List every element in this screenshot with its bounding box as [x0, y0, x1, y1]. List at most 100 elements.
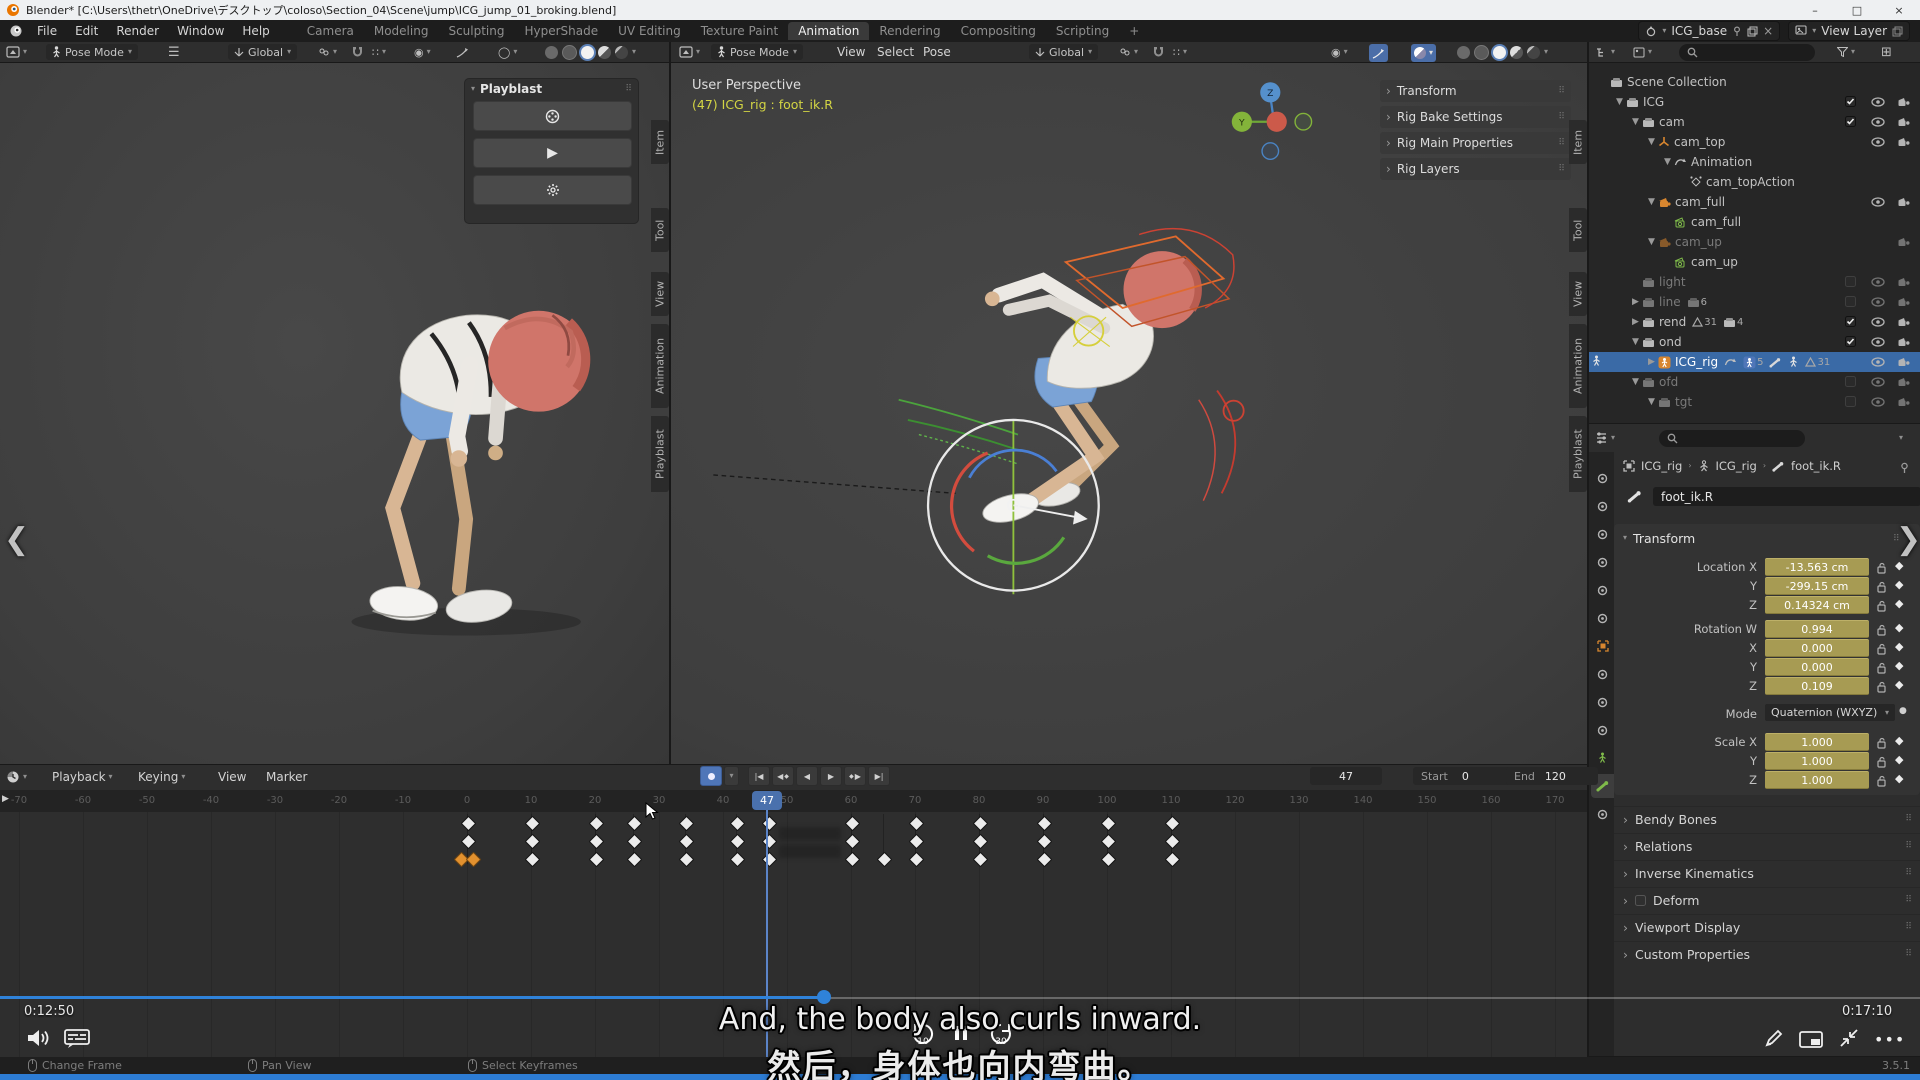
timeline-ruler[interactable]: -70 -60 -50 -40 -30 -20 -10 0 10 20 30 40 50 60 70 80 90…	[0, 790, 1587, 812]
keyframe[interactable]	[844, 815, 861, 832]
keyframe-diamond-icon[interactable]: ◆	[1895, 640, 1903, 653]
visibility-checkbox[interactable]	[1845, 96, 1856, 110]
keyframe[interactable]	[729, 815, 746, 832]
scene-selector[interactable]: ▾ ICG_base ×	[1638, 21, 1781, 41]
disable-render-icon[interactable]	[1897, 236, 1910, 250]
properties-tab-output[interactable]	[1591, 522, 1614, 546]
magnet-snap-toggle[interactable]	[352, 44, 363, 60]
workspace-tab-uv-editing[interactable]: UV Editing	[608, 22, 691, 40]
visibility-checkbox[interactable]	[1845, 396, 1856, 410]
select-menu[interactable]: Select	[877, 44, 914, 60]
shading-solid-button[interactable]	[1493, 45, 1506, 59]
keyframe[interactable]	[972, 815, 989, 832]
breadcrumb-object[interactable]: ICG_rig	[1641, 459, 1682, 473]
keyframe[interactable]	[627, 833, 643, 850]
keyframe[interactable]	[1100, 833, 1117, 850]
mode-dropdown[interactable]: Pose Mode ▾	[46, 44, 138, 60]
add-workspace-button[interactable]: +	[1119, 22, 1149, 40]
panel-drag-icon[interactable]: ⠿	[1905, 949, 1912, 959]
keyframe-diamond-icon[interactable]: ◆	[1895, 597, 1903, 610]
outliner-row-cam-up[interactable]: ▼ cam_up	[1589, 232, 1920, 252]
panel-drag-icon[interactable]: ⠿	[1558, 138, 1565, 148]
lock-icon[interactable]	[1877, 734, 1887, 753]
npanel-row-rig-layers[interactable]: › Rig Layers ⠿	[1380, 158, 1571, 180]
keyframe-diamond-icon[interactable]: ◆	[1895, 678, 1903, 691]
pivot-point-button[interactable]: ◉ ▾	[1331, 44, 1348, 60]
pose-menu[interactable]: Pose	[923, 44, 951, 60]
properties-tab-constraint[interactable]	[1591, 718, 1614, 742]
topbar-menu-help[interactable]: Help	[233, 24, 278, 38]
transform-panel-header[interactable]: ▾ Transform	[1623, 530, 1695, 546]
panel-drag-icon[interactable]: ⠿	[1905, 814, 1912, 824]
transform-orientation-dropdown[interactable]: Global ▾	[1029, 44, 1099, 60]
shading-wireframe-button[interactable]	[1474, 44, 1489, 60]
keyframe[interactable]	[588, 833, 605, 850]
keyframe[interactable]	[761, 833, 778, 850]
shading-rendered-button[interactable]	[615, 45, 628, 59]
rotation-mode-dropdown[interactable]: Quaternion (WXYZ) ▾	[1765, 704, 1895, 721]
hide-eye-icon[interactable]	[1871, 136, 1885, 150]
outliner-row-cam-top[interactable]: ▼ cam_top	[1589, 132, 1920, 152]
disable-render-icon[interactable]	[1897, 196, 1910, 210]
panel-deform[interactable]: › Deform ⠿	[1614, 887, 1920, 912]
sidebar-tab-playblast[interactable]: Playblast	[1569, 416, 1587, 492]
collapse-panel-icon[interactable]: ▾	[471, 85, 475, 93]
shading-rendered-button[interactable]	[1527, 45, 1540, 59]
panel-drag-icon[interactable]: ⠿	[1558, 86, 1565, 96]
visibility-checkbox[interactable]	[1845, 316, 1856, 330]
sidebar-tab-item[interactable]: Item	[651, 120, 669, 164]
disable-render-icon[interactable]	[1897, 396, 1910, 410]
keyframe[interactable]	[460, 833, 477, 850]
bone-name-input[interactable]: foot_ik.R	[1653, 487, 1920, 506]
visibility-checkbox[interactable]	[1845, 296, 1856, 310]
keyframe-diamond-icon[interactable]: ◆	[1895, 753, 1903, 766]
npanel-row-transform[interactable]: › Transform ⠿	[1380, 80, 1571, 102]
outliner-row-icg-rig[interactable]: ▶ ICG_rig 5 31	[1589, 352, 1920, 372]
expander-icon[interactable]: ▼	[1629, 377, 1642, 387]
keyframe[interactable]	[460, 815, 477, 832]
sidebar-tab-view[interactable]: View	[1569, 272, 1587, 316]
workspace-tab-camera[interactable]: Camera	[297, 22, 364, 40]
keyframe[interactable]	[1100, 851, 1117, 868]
view-menu[interactable]: View	[218, 769, 246, 785]
keyframe[interactable]	[588, 815, 605, 832]
scale-1-field[interactable]: 1.000	[1765, 752, 1869, 770]
hide-eye-icon[interactable]	[1871, 316, 1885, 330]
keyframe[interactable]	[1164, 815, 1181, 832]
keyframe[interactable]	[1164, 833, 1181, 850]
play-button[interactable]: ▶	[820, 766, 842, 786]
keyframe[interactable]	[844, 851, 861, 868]
unlink-scene-icon[interactable]: ×	[1763, 24, 1773, 38]
panel-drag-icon[interactable]: ⠿	[625, 84, 632, 94]
outliner-search-input[interactable]	[1679, 44, 1815, 61]
disable-render-icon[interactable]	[1897, 276, 1910, 290]
keyframe[interactable]	[627, 815, 643, 832]
lock-icon[interactable]	[1877, 621, 1887, 640]
expander-icon[interactable]: ▼	[1645, 397, 1658, 407]
workspace-tab-scripting[interactable]: Scripting	[1046, 22, 1119, 40]
auto-keying-toggle[interactable]	[700, 766, 722, 786]
properties-tab-scene[interactable]	[1591, 578, 1614, 602]
lock-icon[interactable]	[1877, 559, 1887, 578]
keyframe[interactable]	[761, 851, 778, 868]
keyframe[interactable]	[678, 833, 694, 850]
keyframe[interactable]	[588, 851, 605, 868]
outliner-row-cam-full[interactable]: ▼ cam_full	[1589, 192, 1920, 212]
gizmo-toggle[interactable]	[456, 44, 469, 60]
panel-inverse-kinematics[interactable]: › Inverse Kinematics ⠿	[1614, 860, 1920, 885]
animate-property-dot[interactable]: ●	[1899, 706, 1907, 716]
editor-type-button[interactable]: ▾	[6, 44, 27, 60]
hide-eye-icon[interactable]	[1871, 376, 1885, 390]
playblast-settings-button[interactable]	[473, 175, 632, 205]
properties-tab-modifier[interactable]	[1591, 662, 1614, 686]
keyframe[interactable]	[524, 833, 541, 850]
npanel-row-rig-bake-settings[interactable]: › Rig Bake Settings ⠿	[1380, 106, 1571, 128]
player-seekbar-remaining[interactable]	[824, 997, 1920, 999]
sidebar-tab-view[interactable]: View	[651, 272, 669, 316]
transform-0-field[interactable]: -13.563 cm	[1765, 558, 1869, 576]
editor-type-button[interactable]: ▾	[1595, 430, 1615, 446]
filter-button[interactable]: ▾	[1837, 44, 1855, 60]
transform-3-field[interactable]: 0.994	[1765, 620, 1869, 638]
npanel-row-rig-main-properties[interactable]: › Rig Main Properties ⠿	[1380, 132, 1571, 154]
prev-keyframe-button[interactable]: ◀ ◆	[772, 766, 794, 786]
